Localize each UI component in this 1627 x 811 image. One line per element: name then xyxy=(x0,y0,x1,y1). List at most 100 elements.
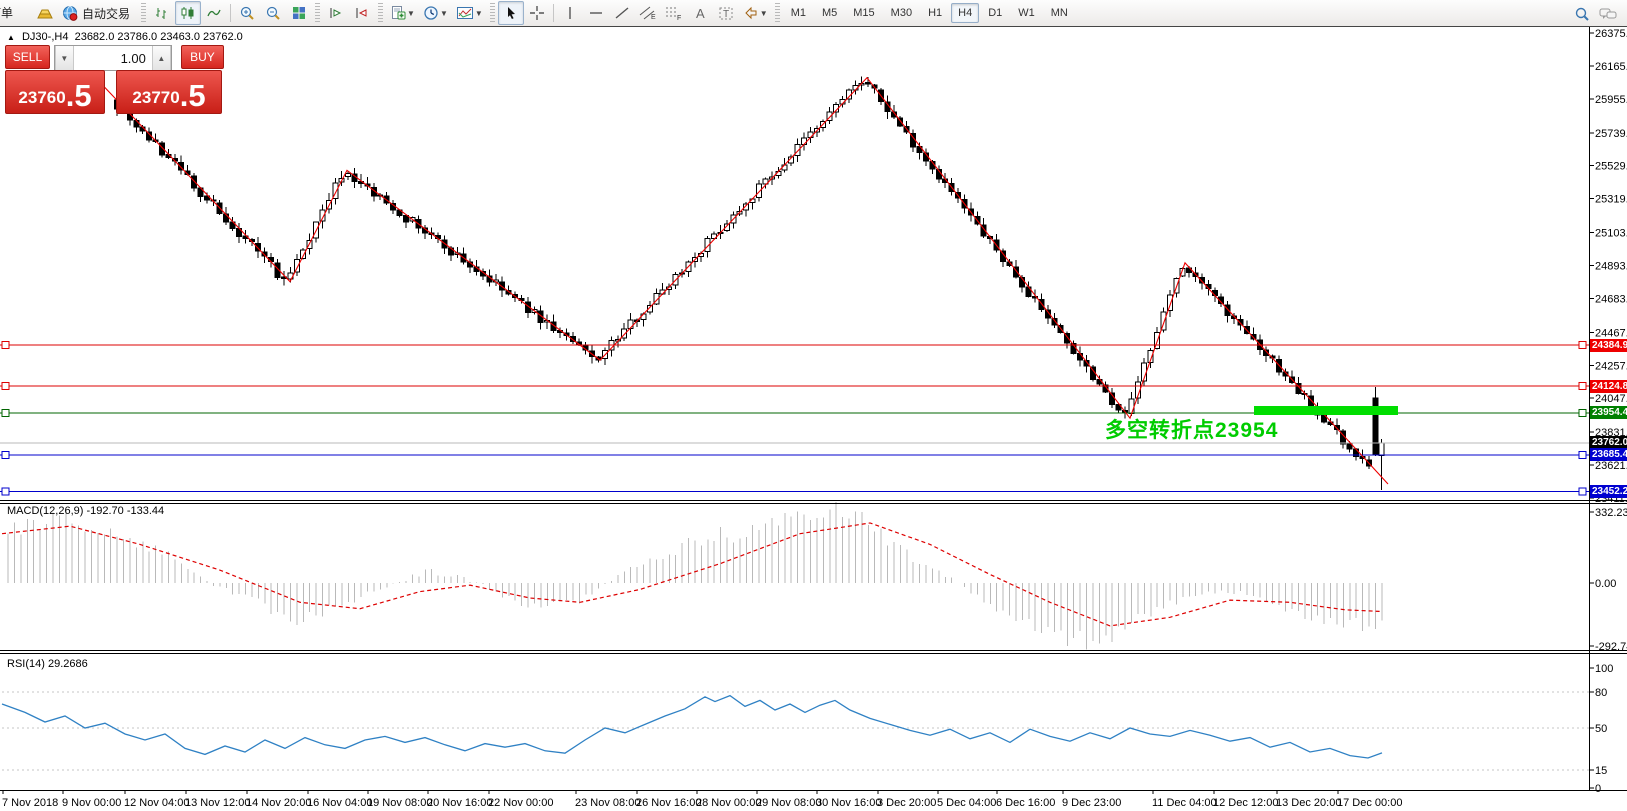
tile-windows-button[interactable] xyxy=(286,1,312,25)
macd-scale-label: -292.74 xyxy=(1595,641,1627,653)
time-axis-label: 11 Dec 04:00 xyxy=(1152,797,1217,809)
time-axis-label: 7 Nov 2018 xyxy=(2,797,58,809)
dropdown-caret-icon: ▼ xyxy=(475,9,483,18)
fibonacci-button[interactable]: F xyxy=(661,1,687,25)
fibonacci-icon: F xyxy=(665,5,683,21)
timeframe-bar: M1M5M15M30H1H4D1W1MN xyxy=(783,3,1076,23)
candle-body xyxy=(346,173,351,176)
macd-label: MACD(12,26,9) -192.70 -133.44 xyxy=(7,505,164,517)
text-label-button[interactable]: T xyxy=(713,1,739,25)
zoom-in-icon xyxy=(239,5,255,21)
search-button[interactable] xyxy=(1569,2,1595,26)
sell-price-button[interactable]: 23760.5 xyxy=(5,70,105,114)
line-handle xyxy=(2,409,9,416)
line-handle xyxy=(1579,451,1586,458)
toolbar-grip xyxy=(315,3,320,23)
price-tick-label: 25103.0 xyxy=(1595,228,1627,240)
indicators-icon xyxy=(390,5,406,21)
new-order-label: 订单 xyxy=(0,4,13,21)
macd-scale-label: 332.23 xyxy=(1595,507,1627,519)
toolbar-grip xyxy=(141,3,146,23)
auto-scroll-icon xyxy=(328,5,344,21)
line-handle xyxy=(2,383,9,390)
timeframe-button-MN[interactable]: MN xyxy=(1044,3,1075,23)
arrows-button[interactable]: ▼ xyxy=(739,1,772,25)
dropdown-caret-icon: ▼ xyxy=(440,9,448,18)
buy-price-button[interactable]: 23770.5 xyxy=(116,70,222,114)
chart-shift-icon xyxy=(354,5,370,21)
auto-scroll-button[interactable] xyxy=(323,1,349,25)
candle-body xyxy=(801,138,806,145)
macd-scale-label: 0.00 xyxy=(1595,578,1616,590)
candle-body xyxy=(1090,367,1095,380)
volume-decrease-button[interactable]: ▼ xyxy=(55,46,74,70)
time-axis-label: 12 Dec 12:00 xyxy=(1213,797,1278,809)
trade-panel-controls: SELL ▼ 1.00 ▲ BUY xyxy=(5,45,224,69)
time-axis-label: 3 Dec 20:00 xyxy=(877,797,936,809)
symbol-name: DJ30-,H4 xyxy=(22,31,68,43)
crosshair-button[interactable] xyxy=(524,1,550,25)
ingot-button[interactable] xyxy=(32,1,58,25)
horizontal-line-button[interactable] xyxy=(583,1,609,25)
caret-up-icon: ▲ xyxy=(157,54,165,63)
buy-button[interactable]: BUY xyxy=(181,45,224,69)
indicators-button[interactable]: ▼ xyxy=(386,1,419,25)
timeframe-button-D1[interactable]: D1 xyxy=(981,3,1009,23)
time-axis-label: 23 Nov 08:00 xyxy=(575,797,640,809)
rsi-scale-label: 0 xyxy=(1595,783,1601,795)
equidistant-channel-button[interactable]: E xyxy=(635,1,661,25)
price-axis-chip: 23954.4 xyxy=(1590,406,1627,419)
autotrading-label: 自动交易 xyxy=(82,5,130,22)
timeframe-button-H4[interactable]: H4 xyxy=(951,3,979,23)
zoom-out-button[interactable] xyxy=(260,1,286,25)
tile-windows-icon xyxy=(291,5,307,21)
toolbar-grip xyxy=(775,3,780,23)
trendline-button[interactable] xyxy=(609,1,635,25)
time-axis-label: 17 Dec 00:00 xyxy=(1337,797,1402,809)
line-chart-button[interactable] xyxy=(201,1,227,25)
vertical-line-button[interactable] xyxy=(557,1,583,25)
timeframe-button-M1[interactable]: M1 xyxy=(784,3,813,23)
price-tick-label: 23621.0 xyxy=(1595,460,1627,472)
timeframe-button-M5[interactable]: M5 xyxy=(815,3,844,23)
cursor-button[interactable] xyxy=(498,1,524,25)
bar-chart-button[interactable] xyxy=(149,1,175,25)
volume-increase-button[interactable]: ▲ xyxy=(152,46,171,70)
chart-canvas[interactable]: 26375.026165.025955.025739.025529.025319… xyxy=(0,0,1627,811)
price-axis-chip: 23685.4 xyxy=(1590,448,1627,461)
channel-icon: E xyxy=(639,5,657,21)
zoom-in-button[interactable] xyxy=(234,1,260,25)
vertical-line-icon xyxy=(562,5,578,21)
candlestick-chart-button[interactable] xyxy=(175,1,201,25)
time-axis-label: 9 Nov 00:00 xyxy=(62,797,121,809)
periods-button[interactable]: ▼ xyxy=(419,1,452,25)
sell-price-frac: .5 xyxy=(66,80,92,111)
price-axis-chip: 24384.9 xyxy=(1590,339,1627,352)
text-button[interactable]: A xyxy=(687,1,713,25)
time-axis-label: 19 Nov 08:00 xyxy=(367,797,432,809)
new-order-button[interactable]: 订单 xyxy=(0,4,30,22)
chat-button[interactable] xyxy=(1595,2,1621,26)
timeframe-button-W1[interactable]: W1 xyxy=(1011,3,1042,23)
timeframe-button-M30[interactable]: M30 xyxy=(884,3,919,23)
toolbar-grip xyxy=(378,3,383,23)
ingot-icon xyxy=(37,5,53,21)
candlestick-chart-icon xyxy=(180,5,196,21)
mt4-window: 订单 自动交易 xyxy=(0,0,1627,811)
toolbar-right-group xyxy=(1569,2,1621,26)
templates-button[interactable]: ▼ xyxy=(452,1,487,25)
rsi-scale-label: 15 xyxy=(1595,765,1607,777)
sell-button[interactable]: SELL xyxy=(5,45,50,69)
timeframe-button-M15[interactable]: M15 xyxy=(846,3,881,23)
chart-shift-button[interactable] xyxy=(349,1,375,25)
timeframe-button-H1[interactable]: H1 xyxy=(921,3,949,23)
autotrading-button[interactable]: 自动交易 xyxy=(58,1,138,25)
price-tick-label: 25955.0 xyxy=(1595,94,1627,106)
volume-spinner: ▼ 1.00 ▲ xyxy=(54,45,172,71)
volume-value[interactable]: 1.00 xyxy=(74,46,152,70)
one-click-trading-panel: SELL ▼ 1.00 ▲ BUY 23760.5 23770.5 xyxy=(5,45,224,114)
collapse-arrow-icon: ▲ xyxy=(7,33,15,42)
dropdown-caret-icon: ▼ xyxy=(407,9,415,18)
candle-body xyxy=(1379,443,1384,456)
search-icon xyxy=(1574,6,1590,22)
